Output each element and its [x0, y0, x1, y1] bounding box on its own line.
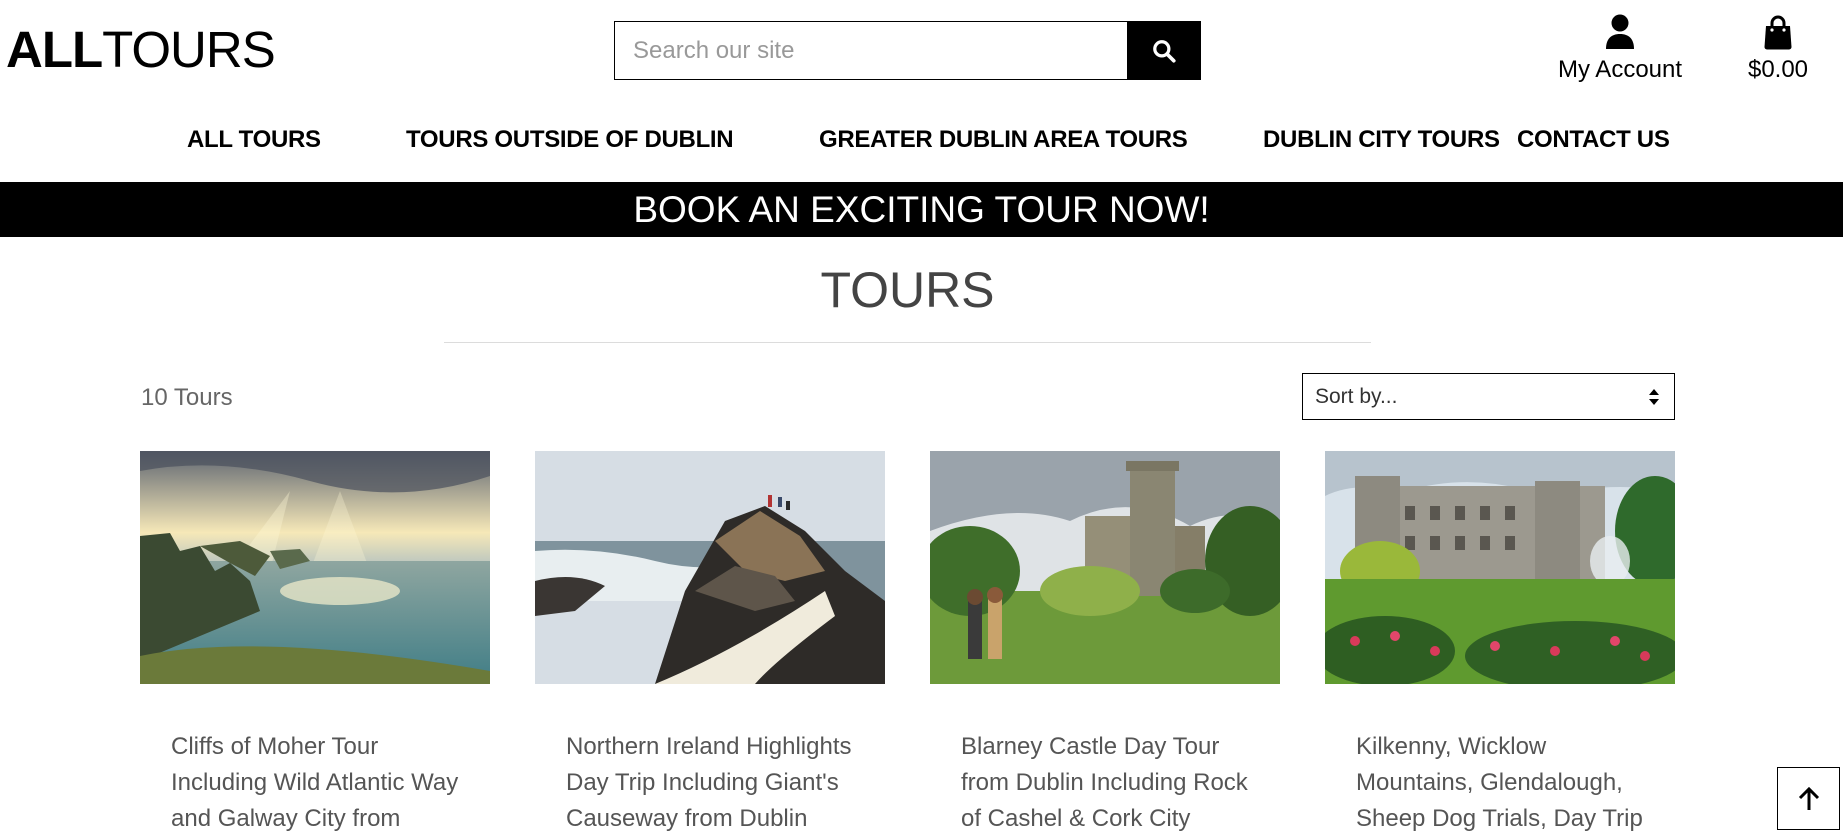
logo-light-text: TOURS: [102, 21, 276, 78]
cliffs-of-moher-image[interactable]: [140, 451, 490, 684]
site-logo[interactable]: ALLTOURS: [6, 21, 276, 78]
logo-bold-text: ALL: [6, 21, 103, 78]
search-button[interactable]: [1127, 22, 1200, 79]
tour-count: 10 Tours: [141, 384, 233, 411]
arrow-up-icon: [1798, 786, 1819, 810]
tour-card[interactable]: Cliffs of Moher Tour Including Wild Atla…: [140, 451, 490, 834]
my-account-label: My Account: [1557, 56, 1683, 83]
search-input[interactable]: [615, 22, 1127, 79]
tour-card[interactable]: Blarney Castle Day Tour from Dublin Incl…: [930, 451, 1280, 834]
giants-causeway-image[interactable]: [535, 451, 885, 684]
kilkenny-castle-image[interactable]: [1325, 451, 1675, 684]
tour-name[interactable]: Northern Ireland Highlights Day Trip Inc…: [566, 729, 866, 834]
promo-banner: BOOK AN EXCITING TOUR NOW!: [0, 182, 1843, 237]
tour-name[interactable]: Cliffs of Moher Tour Including Wild Atla…: [171, 729, 471, 834]
blarney-castle-image[interactable]: [930, 451, 1280, 684]
search-form: [614, 21, 1201, 80]
user-icon: [1606, 14, 1634, 49]
shopping-bag-icon: [1764, 15, 1792, 50]
nav-greater-dublin-tours[interactable]: GREATER DUBLIN AREA TOURS: [819, 123, 1188, 157]
nav-dublin-city-tours[interactable]: DUBLIN CITY TOURS: [1263, 123, 1500, 157]
search-icon: [1152, 39, 1176, 63]
back-to-top-button[interactable]: [1777, 767, 1840, 830]
tour-card[interactable]: Kilkenny, Wicklow Mountains, Glendalough…: [1325, 451, 1675, 834]
sort-arrows-icon: [1649, 388, 1659, 405]
tour-name[interactable]: Kilkenny, Wicklow Mountains, Glendalough…: [1356, 729, 1656, 834]
cart-link[interactable]: $0.00: [1743, 14, 1813, 84]
title-divider: [444, 342, 1371, 343]
cart-total: $0.00: [1747, 56, 1809, 83]
tour-name[interactable]: Blarney Castle Day Tour from Dublin Incl…: [961, 729, 1261, 834]
nav-tours-outside-dublin[interactable]: TOURS OUTSIDE OF DUBLIN: [406, 123, 734, 157]
page-title: TOURS: [820, 262, 995, 318]
sort-select[interactable]: Sort by...: [1302, 373, 1675, 420]
tour-card[interactable]: Northern Ireland Highlights Day Trip Inc…: [535, 451, 885, 834]
nav-contact-us[interactable]: CONTACT US: [1517, 123, 1670, 157]
nav-all-tours[interactable]: ALL TOURS: [187, 123, 321, 157]
my-account-link[interactable]: My Account: [1553, 14, 1687, 84]
sort-selected-value: Sort by...: [1315, 384, 1398, 408]
